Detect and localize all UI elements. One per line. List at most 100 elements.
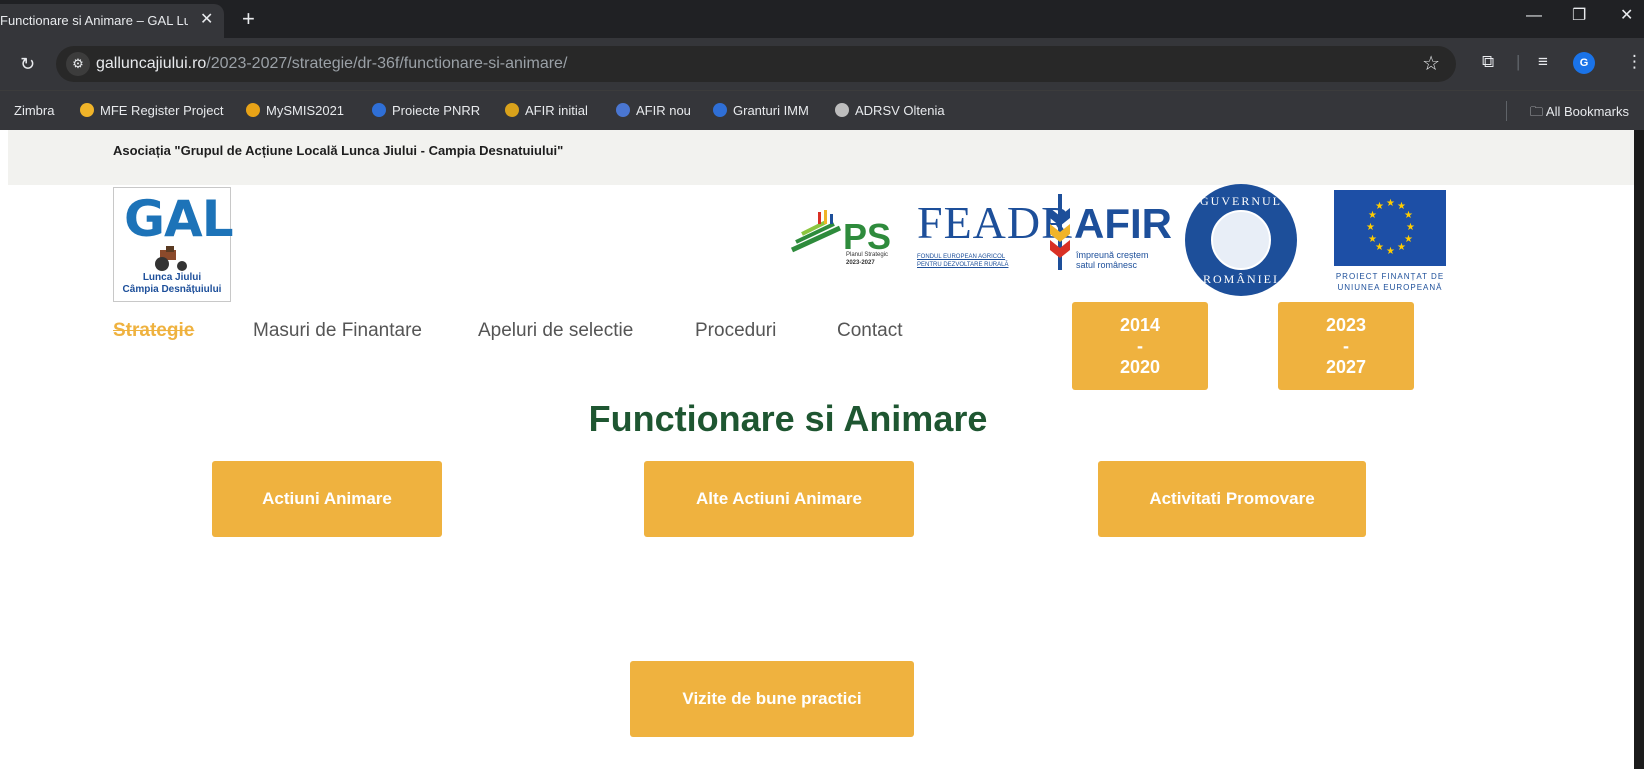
kebab-menu-icon[interactable]: ⋮ [1626,51,1643,73]
period-dash: - [1343,336,1349,356]
vizite-de-bune-practici-button[interactable]: Vizite de bune practici [630,661,914,737]
coat-of-arms-icon [1211,210,1271,270]
page-viewport: Asociația "Grupul de Acțiune Locală Lunc… [8,130,1634,769]
nav-masuri-de-finantare[interactable]: Masuri de Finantare [253,320,422,342]
afir-logo: AFIR împreună creștem satul românesc [1048,194,1178,284]
bookmark-label: Proiecte PNRR [392,103,481,118]
restore-icon[interactable]: ❐ [1572,6,1586,26]
feadr-logo: FEADR FONDUL EUROPEAN AGRICOL PENTRU DEZ… [915,196,1072,276]
ps-logo-line1: Planul Strategic [846,252,889,258]
window-close-icon[interactable]: ✕ [1620,6,1633,26]
gal-logo-line2: Câmpia Desnățuiului [122,284,222,295]
reload-icon[interactable]: ↻ [20,54,35,74]
gal-logo-line1: Lunca Jiului [142,272,202,283]
bookmark-afir-nou[interactable]: AFIR nou [616,103,691,118]
tune-icon[interactable]: ⚙ [66,52,90,76]
bookmark-label: MFE Register Project [100,103,224,118]
svg-text:★: ★ [1366,222,1375,233]
gal-logo[interactable]: GAL Lunca Jiului Câmpia Desnățuiului [113,187,234,302]
organization-name: Asociația "Grupul de Acțiune Locală Lunc… [113,143,564,158]
bookmark-label: AFIR initial [525,103,588,118]
all-bookmarks-label: All Bookmarks [1545,104,1629,119]
period-2014-2020-button[interactable]: 2014 - 2020 [1072,302,1208,390]
avatar[interactable]: G [1573,52,1595,74]
government-logo: GUVERNUL ROMÂNIEI [1185,184,1297,296]
url-host: galluncajiului.ro [96,55,207,72]
svg-text:★: ★ [1375,201,1384,212]
all-bookmarks[interactable]: 🗀 All Bookmarks [1530,103,1629,125]
wheat-icon [1050,194,1070,270]
lightbulb-icon [80,103,94,117]
government-logo-bottom: ROMÂNIEI [1203,272,1279,286]
period-from: 2023 [1325,315,1367,335]
afir-logo-line2: satul românesc [1076,260,1138,270]
tab-strip: Functionare si Animare – GAL Lu ✕ + — ❐ … [0,0,1644,38]
minimize-icon[interactable]: — [1526,6,1542,26]
nav-proceduri[interactable]: Proceduri [695,320,776,342]
bookmark-label: ADRSV Oltenia [855,103,945,118]
plus-icon[interactable]: + [242,6,255,32]
star-icon[interactable]: ☆ [1422,52,1440,76]
eu-stars-icon: ★ ★★ ★★★ ★★★ ★★★ [1366,198,1415,257]
bookmark-mysmis[interactable]: MySMIS2021 [246,103,344,118]
folder-icon: 🗀 [1530,104,1546,119]
eu-logo: ★ ★ ★ ★ ★ ★ ★ ★ ★ ★ ★ ★ PROIECT FINANȚAT DE UNIU… [1328,190,1456,300]
svg-text:★: ★ [1386,198,1395,209]
feadr-logo-line2: PENTRU DEZVOLTARE RURALĂ [917,262,1009,268]
puzzle-icon[interactable]: ⧉ [1482,51,1494,73]
tab-title: Functionare si Animare – GAL Lu [0,13,188,28]
actiuni-animare-button[interactable]: Actiuni Animare [212,461,442,537]
browser-tab[interactable]: Functionare si Animare – GAL Lu ✕ [0,4,224,38]
ps-stripes-icon [790,210,842,253]
period-from: 2014 [1119,315,1161,335]
close-icon[interactable]: ✕ [200,10,213,30]
ps-logo: PS Planul Strategic 2023-2027 [788,210,891,270]
afir-logo-line1: împreună creștem [1076,250,1149,260]
bookmark-afir-initial[interactable]: AFIR initial [505,103,588,118]
svg-text:★: ★ [1406,222,1415,233]
feadr-logo-line1: FONDUL EUROPEAN AGRICOL [917,254,1006,260]
globe-icon [835,103,849,117]
bookmark-granturi[interactable]: Granturi IMM [713,103,809,118]
nav-contact[interactable]: Contact [837,320,902,342]
svg-text:★: ★ [1404,210,1413,221]
period-dash: - [1137,336,1143,356]
ps-logo-line2: 2023-2027 [846,260,875,266]
period-2023-2027-button[interactable]: 2023 - 2027 [1278,302,1414,390]
mysmis-icon [246,103,260,117]
bookmark-adrsv[interactable]: ADRSV Oltenia [835,103,945,118]
activitati-promovare-button[interactable]: Activitati Promovare [1098,461,1366,537]
coin-icon [713,103,727,117]
bookmark-label: AFIR nou [636,103,691,118]
toolbar-divider: | [1516,52,1521,71]
bookmarks-bar: Zimbra MFE Register Project MySMIS2021 P… [0,90,1644,130]
browser-toolbar: ↻ ⚙ galluncajiului.ro/2023-2027/strategi… [0,38,1644,90]
afir-nou-icon [616,103,630,117]
eu-flag-icon: ★ ★ ★ ★ ★ ★ ★ ★ ★ ★ ★ ★ [1334,190,1446,266]
url-path: /2023-2027/strategie/dr-36f/functionare-… [206,55,568,72]
bookmark-zimbra[interactable]: Zimbra [14,103,54,118]
government-logo-top: GUVERNUL [1200,194,1282,208]
nav-strategie[interactable]: Strategie [113,320,194,342]
bookmark-label: MySMIS2021 [266,103,345,118]
browser-chrome: Functionare si Animare – GAL Lu ✕ + — ❐ … [0,0,1644,130]
period-to: 2020 [1119,357,1161,377]
top-info-bar: Asociația "Grupul de Acțiune Locală Lunc… [8,130,1634,185]
bookmark-label: Zimbra [14,103,55,118]
nav-apeluri-de-selectie[interactable]: Apeluri de selectie [478,320,633,342]
scrollbar[interactable] [1634,130,1644,769]
tractor-icon [155,246,187,271]
reading-list-icon[interactable]: ≡ [1538,51,1548,73]
gal-logo-letters: GAL [124,190,234,248]
pnrr-icon [372,103,386,117]
svg-text:★: ★ [1397,242,1406,253]
bookmark-pnrr[interactable]: Proiecte PNRR [372,103,480,118]
alte-actiuni-animare-button[interactable]: Alte Actiuni Animare [644,461,914,537]
bookmark-mfe[interactable]: MFE Register Project [80,103,224,118]
svg-text:★: ★ [1386,246,1395,257]
page-title: Functionare si Animare [588,398,988,439]
url-text[interactable]: galluncajiului.ro/2023-2027/strategie/dr… [96,55,567,73]
address-bar[interactable]: ⚙ galluncajiului.ro/2023-2027/strategie/… [56,46,1456,82]
afir-logo-mark: AFIR [1074,200,1172,247]
svg-text:★: ★ [1368,234,1377,245]
